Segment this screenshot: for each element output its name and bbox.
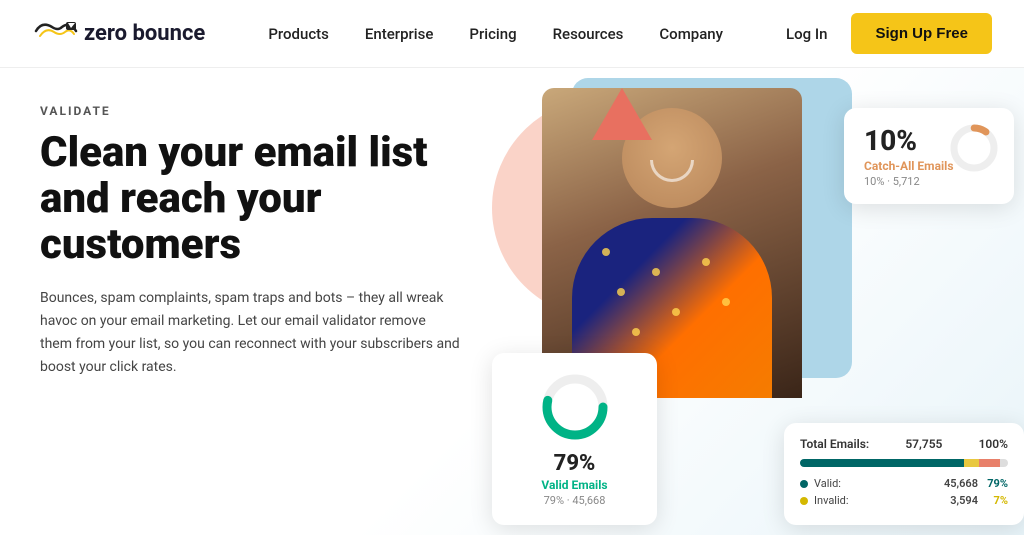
hero-section: VALIDATE Clean your email list and reach… — [0, 68, 1024, 535]
login-link[interactable]: Log In — [786, 25, 827, 43]
shirt-detail — [602, 248, 610, 256]
valid-donut-chart — [539, 371, 611, 443]
hero-left: VALIDATE Clean your email list and reach… — [0, 68, 512, 535]
shirt-detail — [702, 258, 710, 266]
valid-label: Valid Emails — [514, 478, 635, 492]
logo-text: zero bounce — [84, 21, 205, 46]
nav-resources[interactable]: Resources — [553, 25, 624, 43]
stat-valid-pct: 79% — [978, 477, 1008, 490]
valid-percent: 79% — [514, 451, 635, 476]
valid-emails-card: 79% Valid Emails 79% · 45,668 — [492, 353, 657, 525]
nav-enterprise[interactable]: Enterprise — [365, 25, 433, 43]
shirt-detail — [652, 268, 660, 276]
nav-right: Log In Sign Up Free — [786, 13, 992, 54]
nav-links: Products Enterprise Pricing Resources Co… — [268, 24, 723, 43]
stat-invalid-pct: 7% — [978, 494, 1008, 507]
catchall-donut-chart — [948, 122, 1000, 174]
logo[interactable]: zero bounce — [32, 19, 205, 49]
shirt-detail — [722, 298, 730, 306]
decorative-triangle — [592, 88, 652, 140]
catchall-detail: 10% · 5,712 — [864, 175, 994, 188]
valid-detail: 79% · 45,668 — [514, 494, 635, 507]
navbar: zero bounce Products Enterprise Pricing … — [0, 0, 1024, 68]
stat-row-invalid: Invalid: 3,594 7% — [800, 494, 1008, 507]
stats-progress-bar — [800, 459, 1008, 467]
stats-card: Total Emails: 57,755 100% Valid: 45,668 … — [784, 423, 1024, 525]
stats-total-label: Total Emails: — [800, 437, 869, 451]
nav-company[interactable]: Company — [659, 25, 723, 43]
shirt-detail — [632, 328, 640, 336]
catchall-card: 10% Catch-All Emails 10% · 5,712 — [844, 108, 1014, 204]
hero-description: Bounces, spam complaints, spam traps and… — [40, 287, 460, 379]
validate-label: VALIDATE — [40, 104, 472, 118]
valid-dot — [800, 480, 808, 488]
signup-button[interactable]: Sign Up Free — [851, 13, 992, 54]
stat-invalid-label: Invalid: — [814, 494, 934, 507]
stat-row-valid: Valid: 45,668 79% — [800, 477, 1008, 490]
stats-total-pct: 100% — [979, 437, 1008, 451]
shirt-detail — [672, 308, 680, 316]
hero-right: 10% Catch-All Emails 10% · 5,712 79% Val… — [512, 68, 1024, 535]
nav-pricing[interactable]: Pricing — [469, 25, 516, 43]
progress-other — [1000, 459, 1008, 467]
progress-invalid — [964, 459, 979, 467]
stat-invalid-count: 3,594 — [934, 494, 978, 507]
logo-icon — [32, 19, 78, 49]
hero-title: Clean your email list and reach your cus… — [40, 130, 472, 269]
hero-person-image — [542, 88, 802, 398]
progress-valid — [800, 459, 964, 467]
shirt-detail — [617, 288, 625, 296]
nav-products[interactable]: Products — [268, 25, 329, 43]
stat-valid-count: 45,668 — [934, 477, 978, 490]
progress-catchall — [979, 459, 1000, 467]
invalid-dot — [800, 497, 808, 505]
stat-valid-label: Valid: — [814, 477, 934, 490]
stats-total-count: 57,755 — [905, 437, 942, 451]
stats-header: Total Emails: 57,755 100% — [800, 437, 1008, 451]
